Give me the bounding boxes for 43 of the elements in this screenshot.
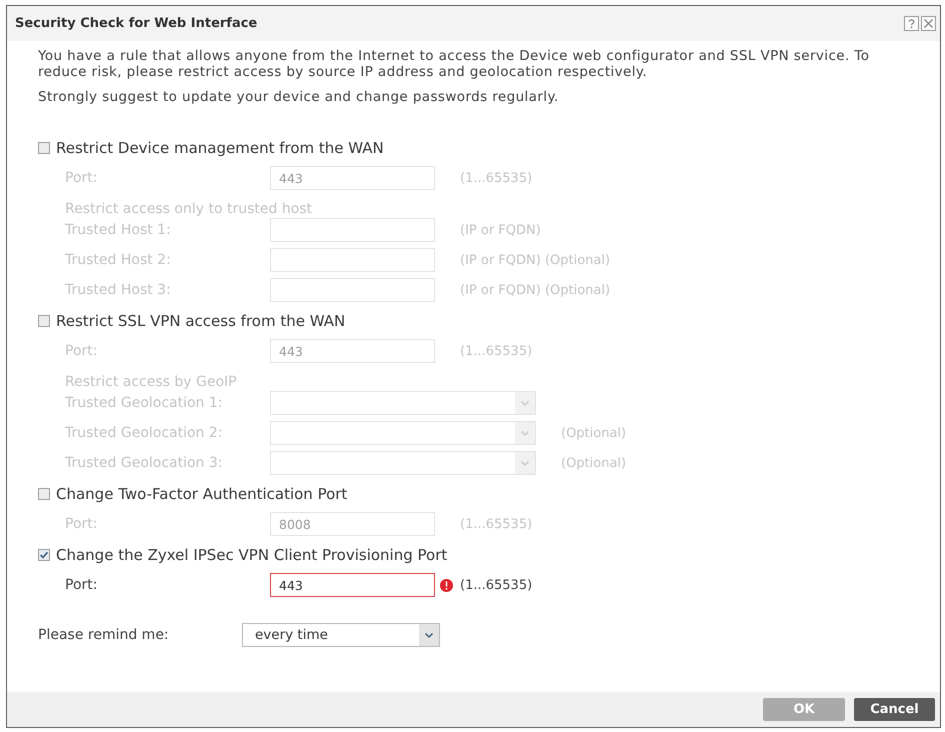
field-label: Trusted Host 3: — [65, 282, 172, 298]
field-label: Port: — [65, 516, 98, 532]
field-label: Trusted Geolocation 3: — [65, 455, 224, 471]
checkbox[interactable] — [38, 548, 50, 560]
note-text: Restrict access by GeoIP — [65, 374, 238, 390]
dropdown[interactable]: every time — [242, 623, 440, 647]
chevron-down-icon — [419, 624, 439, 646]
hint-text: (1...65535) — [460, 344, 532, 358]
window-title: Security Check for Web Interface — [15, 16, 258, 31]
field-label: Trusted Host 1: — [65, 222, 172, 238]
hint-text: (Optional) — [561, 456, 626, 470]
field-label: Port: — [65, 343, 98, 359]
error-icon — [440, 578, 453, 592]
message-text: Strongly suggest to update your device and change passwords regularly. — [38, 89, 560, 105]
checkbox[interactable] — [38, 314, 50, 326]
hint-text: (1...65535) — [460, 516, 532, 532]
hint-text: (IP or FQDN) — [460, 222, 541, 238]
checkbox[interactable] — [38, 142, 50, 154]
checkbox-label[interactable]: Restrict SSL VPN access from the WAN — [56, 312, 346, 330]
chevron-down-icon — [515, 392, 535, 414]
field-label: Trusted Geolocation 2: — [65, 425, 224, 441]
field-label: Port: — [65, 577, 98, 593]
checkbox-label[interactable]: Restrict Device management from the WAN — [56, 138, 384, 156]
hint-text: (1...65535) — [460, 578, 532, 592]
chevron-down-icon — [515, 422, 535, 444]
close-icon[interactable] — [921, 16, 936, 31]
help-icon[interactable] — [904, 16, 919, 31]
field-label: Trusted Geolocation 1: — [65, 395, 224, 411]
checkbox-label[interactable]: Change Two-Factor Authentication Port — [56, 484, 348, 502]
message-text: You have a rule that allows anyone from the Internet to access the Device web configurator and SSL VPN service. To reduce risk, please restrict access by source IP address and geolocation respectively. — [38, 48, 870, 80]
hint-text: (1...65535) — [460, 170, 532, 186]
hint-text: (Optional) — [561, 426, 626, 440]
field-label: Trusted Host 2: — [65, 252, 172, 268]
checkbox-label[interactable]: Change the Zyxel IPSec VPN Client Provisioning Port — [56, 546, 448, 564]
note-text: Restrict access only to trusted host — [65, 201, 314, 217]
hint-text: (IP or FQDN) (Optional) — [460, 252, 610, 268]
field-label: Port: — [65, 170, 98, 186]
field-label: Please remind me: — [38, 627, 170, 643]
cancel-button[interactable]: Cancel — [854, 698, 935, 721]
text-field[interactable]: 443 — [270, 573, 435, 597]
checkbox[interactable] — [38, 488, 50, 500]
chevron-down-icon — [515, 452, 535, 474]
hint-text: (IP or FQDN) (Optional) — [460, 282, 610, 298]
